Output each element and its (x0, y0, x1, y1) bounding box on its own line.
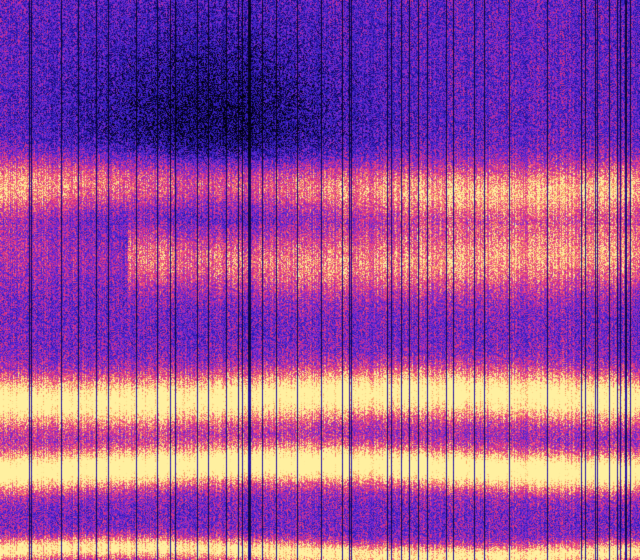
spectrogram-image (0, 0, 640, 560)
